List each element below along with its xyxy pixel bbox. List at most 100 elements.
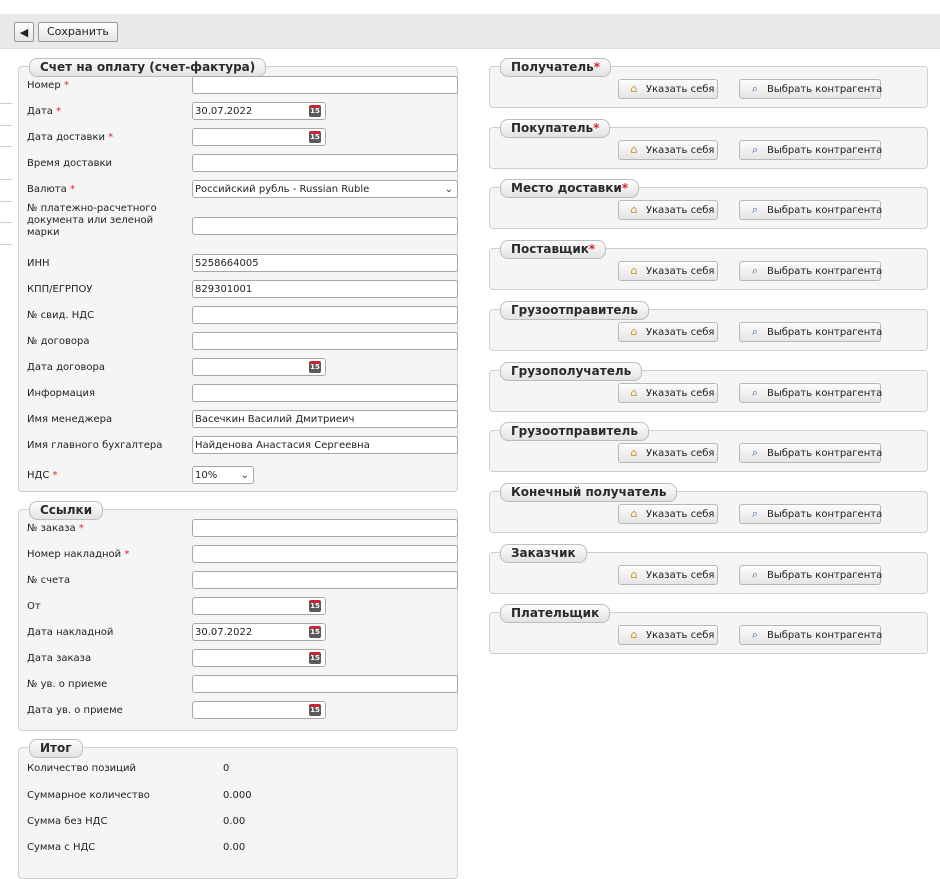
text-input[interactable]: Васечкин Василий Дмитриеич xyxy=(192,410,458,428)
currency-select[interactable]: Российский рубль - Russian Ruble ⌄ xyxy=(192,180,458,198)
date-input[interactable]: 15 xyxy=(192,701,326,719)
set-self-label: Указать себя xyxy=(646,326,715,338)
date-input[interactable]: 30.07.2022 15 xyxy=(192,102,326,120)
input-value: 30.07.2022 xyxy=(195,627,253,638)
set-self-button[interactable]: ⌂ Указать себя xyxy=(618,139,718,160)
date-input[interactable]: 15 xyxy=(192,649,326,667)
text-input[interactable] xyxy=(192,154,458,172)
party-title: Покупатель* xyxy=(500,118,611,138)
set-self-label: Указать себя xyxy=(646,205,715,217)
date-input[interactable]: 15 xyxy=(192,597,326,615)
text-input[interactable] xyxy=(192,332,458,350)
total-label: Сумма без НДС xyxy=(27,816,108,827)
required-marker: * xyxy=(105,132,114,143)
total-row: Суммарное количество 0.000 xyxy=(27,790,447,812)
date-input[interactable]: 15 xyxy=(192,128,326,146)
calendar-icon[interactable]: 15 xyxy=(309,600,321,612)
party-title: Получатель* xyxy=(500,58,611,77)
required-marker: * xyxy=(621,181,629,196)
text-input[interactable] xyxy=(192,306,458,324)
text-input[interactable]: 829301001 xyxy=(192,280,458,298)
set-self-button[interactable]: ⌂ Указать себя xyxy=(618,625,718,646)
choose-counterparty-button[interactable]: ⌕ Выбрать контрагента xyxy=(739,625,882,646)
party-плательщик: Плательщик ⌂ Указать себя ⌕ Выбрать контраге… xyxy=(489,604,928,655)
choose-counterparty-button[interactable]: ⌕ Выбрать контрагента xyxy=(739,200,882,221)
form-row: Имя главного бухгалтера Найденова Анастас… xyxy=(27,436,458,458)
text-input[interactable] xyxy=(192,545,458,563)
choose-counterparty-button[interactable]: ⌕ Выбрать контрагента xyxy=(739,443,883,464)
field-label: Дата * xyxy=(27,106,62,117)
text-input[interactable] xyxy=(192,675,458,693)
total-label: Количество позиций xyxy=(27,763,136,774)
field-label: От xyxy=(27,601,41,612)
set-self-label: Указать себя xyxy=(646,266,715,278)
search-icon: ⌕ xyxy=(751,506,759,520)
form-row: Дата ув. о приеме 15 xyxy=(27,701,457,723)
field-label: Дата доставки * xyxy=(27,132,114,143)
calendar-icon[interactable]: 15 xyxy=(309,652,321,664)
choose-counterparty-button[interactable]: ⌕ Выбрать контрагента xyxy=(739,261,882,282)
field-label: НДС * xyxy=(27,470,58,481)
required-marker: * xyxy=(593,60,600,74)
input-value: Васечкин Василий Дмитриеич xyxy=(195,414,355,425)
form-row: Имя менеджера Васечкин Василий Дмитриеич xyxy=(27,410,458,432)
house-icon: ⌂ xyxy=(630,203,638,217)
calendar-icon[interactable]: 15 xyxy=(309,704,321,716)
save-button[interactable]: Сохранить xyxy=(38,22,118,42)
house-icon: ⌂ xyxy=(630,142,638,156)
house-icon: ⌂ xyxy=(630,385,638,399)
calendar-icon[interactable]: 15 xyxy=(309,131,321,143)
house-icon: ⌂ xyxy=(630,506,638,520)
field-label: Дата заказа xyxy=(27,653,92,664)
text-input[interactable] xyxy=(192,76,458,94)
text-input[interactable]: Найденова Анастасия Сергеевна xyxy=(192,436,458,454)
search-icon: ⌕ xyxy=(751,82,759,95)
set-self-button[interactable]: ⌂ Указать себя xyxy=(618,200,718,221)
total-value: 0.00 xyxy=(223,816,246,827)
text-input[interactable] xyxy=(192,519,458,537)
form-row: Дата доставки * 15 xyxy=(27,128,457,150)
calendar-icon[interactable]: 15 xyxy=(309,361,321,373)
choose-counterparty-button[interactable]: ⌕ Выбрать контрагента xyxy=(739,503,882,524)
set-self-button[interactable]: ⌂ Указать себя xyxy=(618,503,718,524)
choose-counterparty-button[interactable]: ⌕ Выбрать контрагента xyxy=(739,564,882,585)
search-icon: ⌕ xyxy=(751,324,759,338)
text-input[interactable] xyxy=(192,217,458,235)
required-marker: * xyxy=(121,549,130,560)
date-input[interactable]: 30.07.2022 15 xyxy=(192,623,326,641)
set-self-button[interactable]: ⌂ Указать себя xyxy=(618,382,718,403)
choose-counterparty-button[interactable]: ⌕ Выбрать контрагента xyxy=(739,321,882,342)
form-row: Информация xyxy=(27,384,458,406)
party-title: Поставщик* xyxy=(500,240,607,260)
input-value: 5258664005 xyxy=(195,258,259,269)
input-value: Российский рубль - Russian Ruble xyxy=(195,184,370,195)
set-self-label: Указать себя xyxy=(646,387,715,399)
choose-counterparty-label: Выбрать контрагента xyxy=(767,448,883,460)
calendar-icon[interactable]: 15 xyxy=(309,626,321,638)
party-место-доставки: Место доставки* ⌂ Указать себя ⌕ Выбрать кон… xyxy=(489,179,928,230)
search-icon: ⌕ xyxy=(751,142,759,156)
field-label: Валюта * xyxy=(27,184,75,195)
set-self-button[interactable]: ⌂ Указать себя xyxy=(618,261,718,282)
form-row: Время доставки xyxy=(27,154,458,176)
chevron-left-icon: ◀ xyxy=(19,25,29,39)
date-input[interactable]: 15 xyxy=(192,358,326,376)
set-self-button[interactable]: ⌂ Указать себя xyxy=(618,321,718,342)
total-value: 0.000 xyxy=(223,790,252,801)
calendar-icon[interactable]: 15 xyxy=(309,105,321,117)
party-грузополучатель: Грузополучатель ⌂ Указать себя ⌕ Выбрать кон… xyxy=(489,361,928,412)
back-button[interactable]: ◀ xyxy=(14,22,34,42)
set-self-button[interactable]: ⌂ Указать себя xyxy=(618,79,718,99)
required-marker: * xyxy=(593,120,600,135)
set-self-button[interactable]: ⌂ Указать себя xyxy=(618,443,718,464)
text-input[interactable] xyxy=(192,571,458,589)
vat-select[interactable]: 10% ⌄ xyxy=(192,466,254,484)
form-row: № договора xyxy=(27,332,458,354)
choose-counterparty-button[interactable]: ⌕ Выбрать контрагента xyxy=(739,382,882,403)
set-self-button[interactable]: ⌂ Указать себя xyxy=(618,564,718,585)
choose-counterparty-button[interactable]: ⌕ Выбрать контрагента xyxy=(739,139,882,160)
party-получатель: Получатель* ⌂ Указать себя ⌕ Выбрать контраг… xyxy=(489,58,928,108)
text-input[interactable] xyxy=(192,384,458,402)
text-input[interactable]: 5258664005 xyxy=(192,254,458,272)
choose-counterparty-button[interactable]: ⌕ Выбрать контрагента xyxy=(739,79,882,99)
